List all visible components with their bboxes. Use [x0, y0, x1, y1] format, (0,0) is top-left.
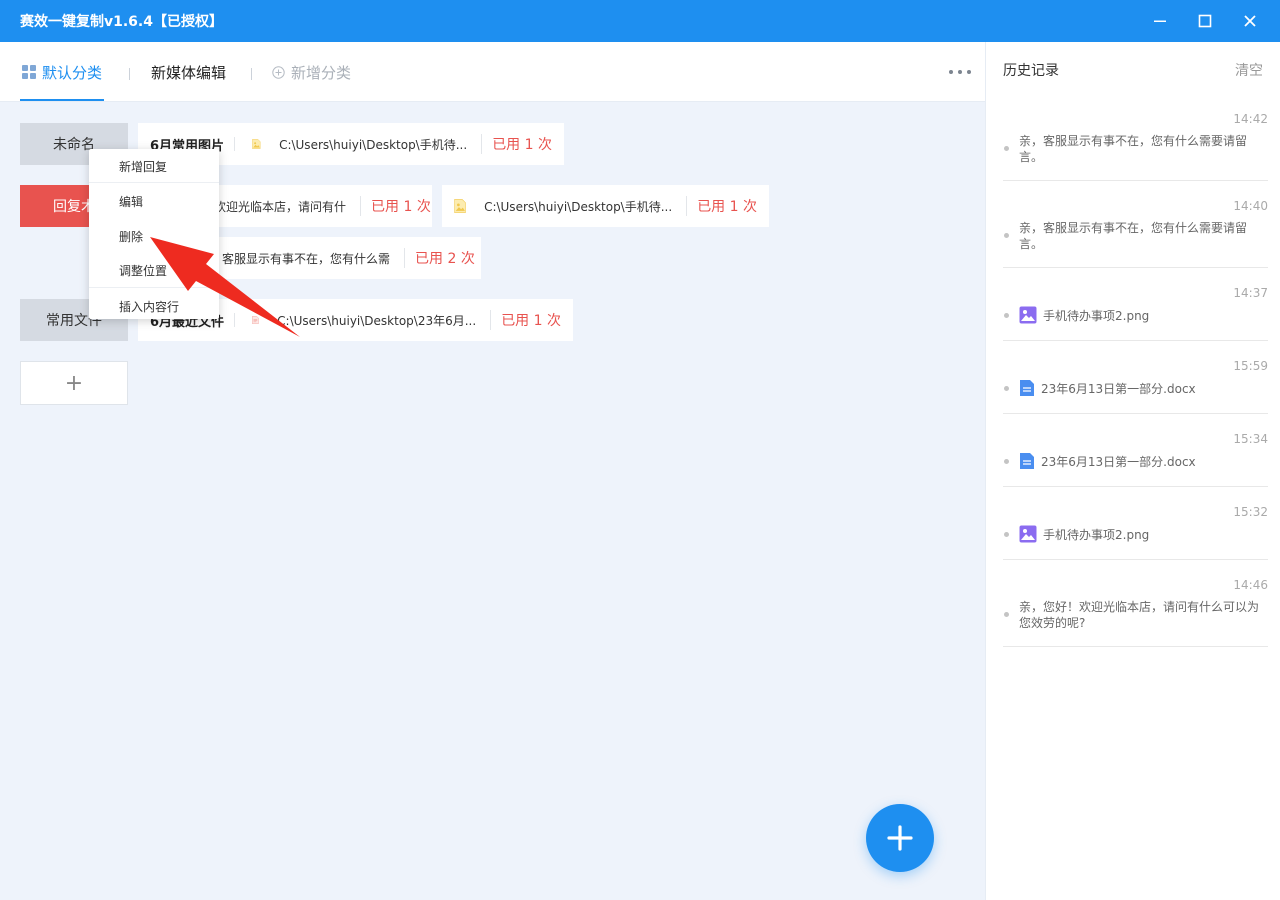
- menu-item-add-reply[interactable]: 新增回复: [119, 158, 167, 175]
- history-time: 14:37: [1233, 286, 1268, 300]
- bullet-dot: [1004, 233, 1009, 238]
- image-thumbnail-icon: [252, 139, 261, 149]
- history-time: 14:42: [1233, 112, 1268, 126]
- card-file-path: C:\Users\huiyi\Desktop\手机待...: [279, 137, 468, 152]
- menu-divider: [89, 287, 219, 288]
- minimize-icon: [1154, 20, 1166, 22]
- content-card-image-file[interactable]: C:\Users\huiyi\Desktop\手机待... 已用 1 次: [442, 185, 769, 227]
- history-file-name: 手机待办事项2.png: [1043, 308, 1150, 323]
- more-dot-icon: [949, 70, 953, 74]
- menu-divider: [89, 182, 219, 183]
- document-thumbnail-icon: [252, 316, 260, 324]
- history-item[interactable]: 14:42 亲，客服显示有事不在，您有什么需要请留言。: [1003, 110, 1268, 181]
- tab-add-category[interactable]: 新增分类: [272, 62, 351, 83]
- bullet-dot: [1004, 146, 1009, 151]
- bullet-dot: [1004, 612, 1009, 617]
- doc-file-icon: [1020, 453, 1034, 469]
- bullet-dot: [1004, 386, 1009, 391]
- history-time: 15:59: [1233, 359, 1268, 373]
- image-file-icon: [1019, 306, 1037, 324]
- window-title: 赛效一键复制v1.6.4【已授权】: [20, 14, 223, 30]
- grid-icon: [22, 65, 36, 79]
- more-dot-icon: [967, 70, 971, 74]
- tab-default-category[interactable]: 默认分类: [20, 62, 105, 101]
- history-item[interactable]: 14:46 亲，您好！欢迎光临本店，请问有什么可以为您效劳的呢?: [1003, 577, 1268, 647]
- history-file-name: 23年6月13日第一部分.docx: [1041, 454, 1196, 469]
- close-icon: [1244, 15, 1256, 27]
- history-item[interactable]: 14:37 手机待办事项2.png: [1003, 285, 1268, 341]
- history-file-name: 23年6月13日第一部分.docx: [1041, 381, 1196, 396]
- history-time: 15:32: [1233, 505, 1268, 519]
- context-menu: 新增回复 编辑 删除 调整位置 插入内容行: [89, 149, 219, 319]
- history-file: 23年6月13日第一部分.docx: [1019, 452, 1196, 470]
- minimize-button[interactable]: [1145, 6, 1175, 36]
- doc-file-icon: [1020, 380, 1034, 396]
- usage-count: 已用 2 次: [404, 248, 475, 268]
- maximize-button[interactable]: [1190, 6, 1220, 36]
- card-text: 客服显示有事不在，您有什么需: [222, 251, 391, 266]
- card-text: 欢迎光临本店，请问有什: [214, 199, 347, 214]
- history-item[interactable]: 15:34 23年6月13日第一部分.docx: [1003, 431, 1268, 487]
- add-content-fab[interactable]: [866, 804, 934, 872]
- history-item[interactable]: 15:32 手机待办事项2.png: [1003, 504, 1268, 560]
- clear-history-button[interactable]: 清空: [1235, 60, 1263, 80]
- history-file: 手机待办事项2.png: [1019, 306, 1149, 324]
- tab-add-label: 新增分类: [291, 64, 352, 82]
- history-item[interactable]: 15:59 23年6月13日第一部分.docx: [1003, 358, 1268, 414]
- menu-item-delete[interactable]: 删除: [119, 228, 143, 245]
- maximize-icon: [1198, 14, 1212, 28]
- usage-count: 已用 1 次: [481, 134, 552, 154]
- title-bar: 赛效一键复制v1.6.4【已授权】: [0, 0, 1280, 42]
- bullet-dot: [1004, 532, 1009, 537]
- history-panel: 历史记录 清空 14:42 亲，客服显示有事不在，您有什么需要请留言。 14:4…: [985, 42, 1280, 900]
- history-time: 14:40: [1233, 199, 1268, 213]
- history-item[interactable]: 14:40 亲，客服显示有事不在，您有什么需要请留言。: [1003, 198, 1268, 268]
- tab-divider: [251, 68, 252, 80]
- menu-item-adjust-position[interactable]: 调整位置: [119, 262, 167, 279]
- tab-new-media-edit[interactable]: 新媒体编辑: [151, 62, 226, 83]
- more-options-button[interactable]: [949, 70, 971, 76]
- history-file: 23年6月13日第一部分.docx: [1019, 379, 1196, 397]
- tab-default-label: 默认分类: [42, 64, 103, 82]
- history-text: 亲，客服显示有事不在，您有什么需要请留言。: [1019, 221, 1248, 251]
- add-circle-icon: [272, 66, 285, 79]
- image-file-icon: [1019, 525, 1037, 543]
- tab-bar: 默认分类 新媒体编辑 新增分类: [0, 42, 985, 102]
- history-text: 亲，客服显示有事不在，您有什么需要请留言。: [1019, 134, 1248, 164]
- card-file-path: C:\Users\huiyi\Desktop\23年6月...: [277, 313, 477, 328]
- history-file: 手机待办事项2.png: [1019, 525, 1149, 543]
- tab-media-label: 新媒体编辑: [151, 64, 227, 82]
- history-title: 历史记录: [1003, 63, 1059, 79]
- card-file-path: C:\Users\huiyi\Desktop\手机待...: [484, 199, 673, 214]
- history-text: 亲，您好！欢迎光临本店，请问有什么可以为您效劳的呢?: [1019, 600, 1260, 630]
- add-category-button[interactable]: +: [20, 361, 128, 405]
- usage-count: 已用 1 次: [360, 196, 431, 216]
- bullet-dot: [1004, 313, 1009, 318]
- more-dot-icon: [958, 70, 962, 74]
- active-tab-underline: [20, 99, 105, 101]
- menu-item-insert-row[interactable]: 插入内容行: [119, 298, 179, 315]
- usage-count: 已用 1 次: [686, 196, 757, 216]
- close-button[interactable]: [1235, 6, 1265, 36]
- menu-item-edit[interactable]: 编辑: [119, 193, 143, 210]
- image-thumbnail-icon: [454, 199, 466, 213]
- history-time: 14:46: [1233, 578, 1268, 592]
- tab-divider: [129, 68, 130, 80]
- usage-count: 已用 1 次: [490, 310, 561, 330]
- plus-icon: [887, 825, 913, 851]
- history-time: 15:34: [1233, 432, 1268, 446]
- history-file-name: 手机待办事项2.png: [1043, 527, 1150, 542]
- bullet-dot: [1004, 459, 1009, 464]
